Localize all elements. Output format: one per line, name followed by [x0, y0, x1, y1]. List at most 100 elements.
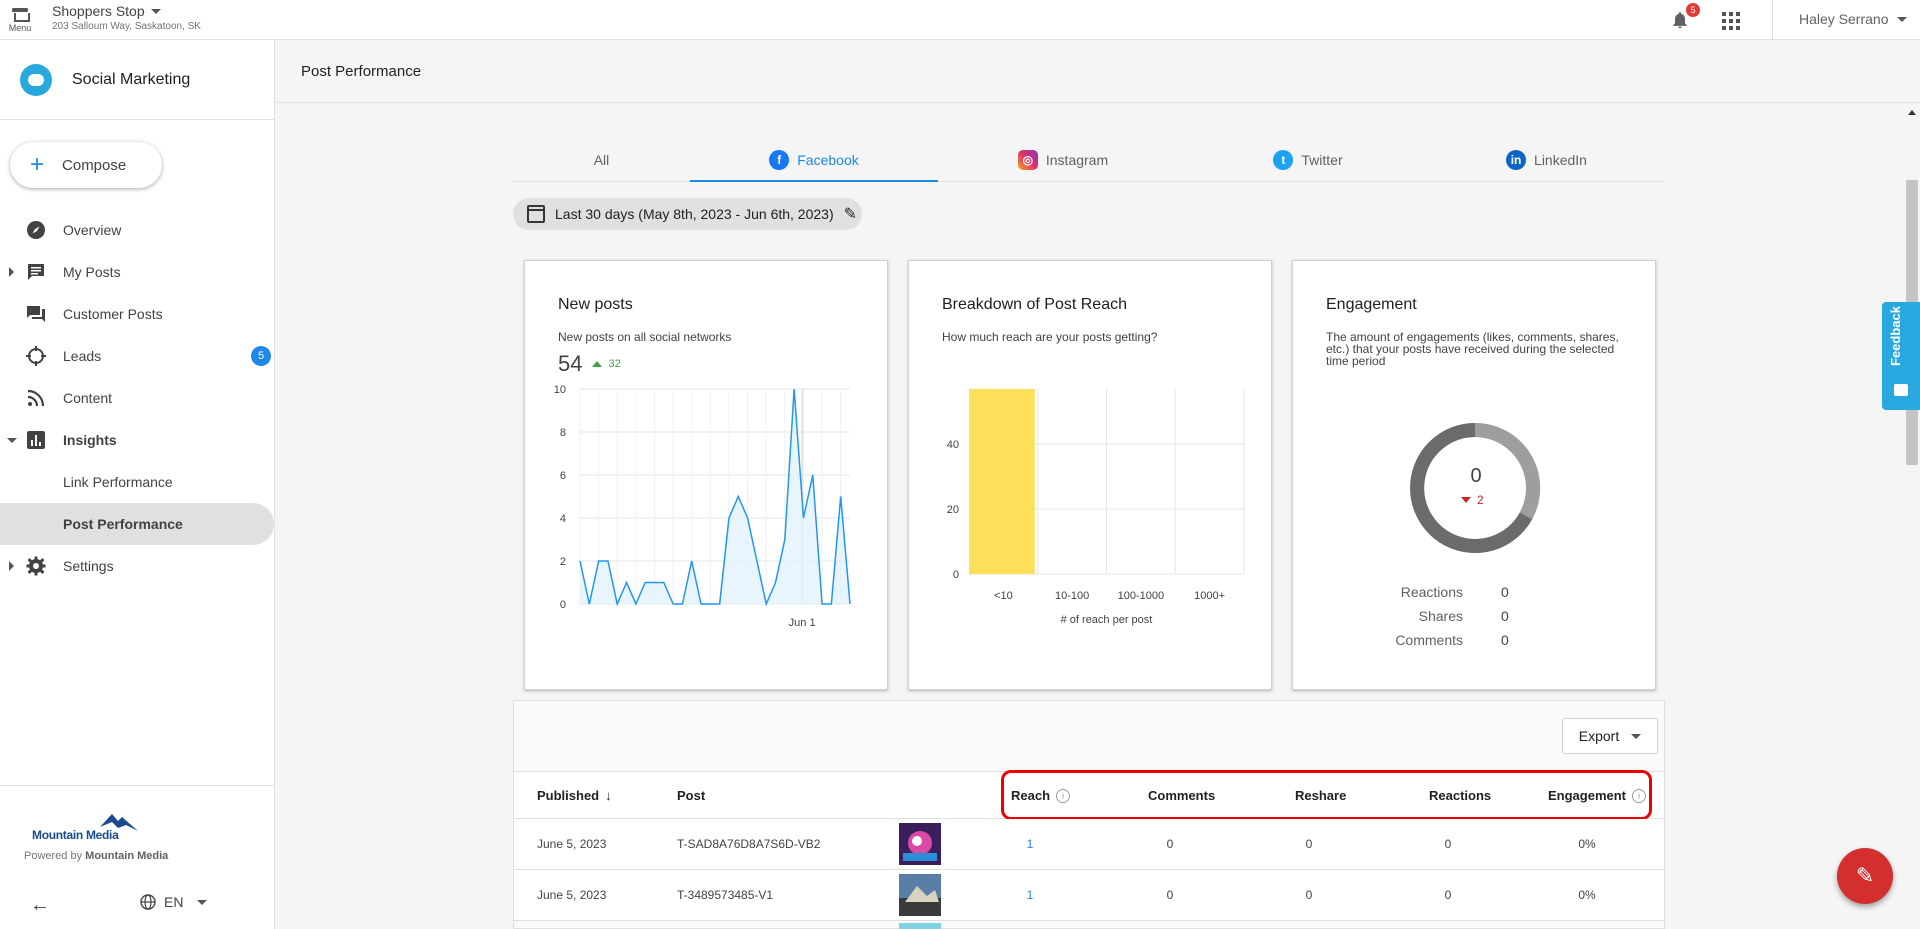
page-header: Post Performance — [276, 41, 1920, 103]
engagement-card: Engagement The amount of engagements (li… — [1292, 260, 1656, 690]
sidebar-item-post-performance[interactable]: Post Performance — [0, 503, 274, 545]
cell-reach: 1 — [1026, 837, 1034, 851]
series-area — [580, 389, 850, 604]
language-selector[interactable]: EN — [140, 894, 208, 910]
feedback-label: Feedback — [1888, 306, 1903, 366]
date-range-label: Last 30 days (May 8th, 2023 - Jun 6th, 2… — [555, 206, 834, 222]
post-thumbnail[interactable] — [899, 923, 941, 929]
sidebar-item-my-posts[interactable]: My Posts — [0, 251, 274, 293]
chevron-right-icon[interactable] — [9, 561, 14, 571]
trend-up-icon — [592, 361, 603, 367]
engagement-total: 0 — [1470, 465, 1482, 487]
leads-count-badge: 5 — [251, 346, 271, 366]
new-posts-line-chart: 0 2 4 6 8 10 Jun 1 — [554, 384, 851, 629]
engagement-donut — [1410, 422, 1541, 553]
insights-icon — [27, 431, 45, 449]
col-post: Post — [677, 788, 706, 803]
cell-reactions: 0 — [1444, 888, 1452, 902]
col-published[interactable]: Published ↓ — [537, 788, 612, 803]
cell-post: T-3489573485-V1 — [677, 888, 774, 902]
network-tabs: All f Facebook ◎ Instagram t Twitter in … — [513, 138, 1665, 182]
page-title: Post Performance — [301, 63, 422, 80]
feedback-tab[interactable]: Feedback — [1882, 302, 1920, 410]
store-icon — [12, 7, 30, 22]
tab-twitter[interactable]: t Twitter — [1188, 138, 1428, 181]
cell-post: T-SAD8A76D8A7S6D-VB2 — [677, 837, 821, 851]
globe-icon — [140, 894, 156, 910]
language-label: EN — [164, 894, 184, 910]
cell-comments: 0 — [1166, 888, 1174, 902]
card-title: Engagement — [1326, 296, 1417, 313]
sidebar-item-overview[interactable]: Overview — [0, 209, 274, 251]
posts-table: Export Published ↓ Post Reach i Comments R… — [513, 700, 1665, 929]
forum-icon — [27, 306, 45, 322]
table-row[interactable]: June 5, 2023 T-SAD8A76D8A7S6D-VB2 1 0 0 … — [514, 819, 1664, 870]
compose-button[interactable]: + Compose — [10, 142, 162, 188]
sidebar-item-label: Overview — [63, 222, 122, 238]
chevron-down-icon[interactable] — [7, 437, 17, 443]
date-range-chip[interactable]: Last 30 days (May 8th, 2023 - Jun 6th, 2… — [513, 198, 862, 230]
gear-icon — [26, 556, 46, 576]
tab-facebook[interactable]: f Facebook — [690, 138, 938, 182]
cell-reshare: 0 — [1305, 888, 1313, 902]
caret-down-icon — [150, 8, 161, 14]
sidebar-item-insights[interactable]: Insights — [0, 419, 274, 461]
post-thumbnail[interactable] — [899, 874, 941, 916]
menu-button[interactable]: Menu — [0, 0, 40, 40]
sidebar-item-link-performance[interactable]: Link Performance — [0, 461, 274, 503]
powered-by: Powered by Mountain Media — [24, 850, 169, 862]
edit-pencil-icon[interactable]: ✎ — [844, 204, 857, 224]
sidebar-item-label: Insights — [63, 432, 117, 448]
chat-icon — [28, 264, 44, 280]
sidebar-item-leads[interactable]: Leads 5 — [0, 335, 274, 377]
y-tick-label: 20 — [947, 504, 959, 516]
feedback-icon — [1894, 384, 1908, 396]
cell-reach: 1 — [1026, 888, 1034, 902]
store-name: Shoppers Stop — [52, 3, 145, 19]
engagement-delta: 2 — [1461, 493, 1484, 507]
store-selector[interactable]: Shoppers Stop 203 Salloum Way, Saskatoon… — [52, 3, 201, 32]
tab-linkedin[interactable]: in LinkedIn — [1428, 138, 1665, 181]
top-bar: Menu Shoppers Stop 203 Salloum Way, Sask… — [0, 0, 1920, 40]
table-row[interactable]: June 5, 2023 T-3489573485-V1 1 0 0 0 0% — [514, 870, 1664, 921]
apps-grid-icon[interactable] — [1722, 12, 1740, 30]
user-menu[interactable]: Haley Serrano — [1799, 11, 1907, 27]
app-title: Social Marketing — [72, 70, 191, 88]
app-header: Social Marketing — [0, 40, 274, 120]
x-tick-label: Jun 1 — [789, 617, 816, 629]
stat-comments: Comments 0 — [1395, 632, 1509, 648]
scroll-up-arrow-icon[interactable] — [1908, 110, 1916, 115]
red-highlight-annotation — [1001, 770, 1652, 820]
tab-instagram[interactable]: ◎ Instagram — [938, 138, 1188, 181]
post-reach-bar-chart: 0 20 40 <10 10-100 100-1000 1000+ # of reach pe… — [947, 389, 1245, 626]
back-arrow-icon[interactable]: ← — [30, 894, 50, 917]
store-address: 203 Salloum Way, Saskatoon, SK — [52, 21, 201, 32]
post-reach-card: Breakdown of Post Reach How much reach a… — [908, 260, 1272, 690]
card-title: New posts — [558, 296, 633, 313]
compose-label: Compose — [62, 156, 127, 174]
sidebar-item-content[interactable]: Content — [0, 377, 274, 419]
crosshair-icon — [26, 346, 46, 366]
brand-name: Mountain Media — [32, 828, 119, 842]
sidebar-item-settings[interactable]: Settings — [0, 545, 274, 587]
sidebar-nav: Overview My Posts Customer Posts Leads 5… — [0, 209, 274, 587]
notification-badge: 5 — [1686, 3, 1700, 17]
card-subtitle: New posts on all social networks — [558, 330, 732, 344]
sidebar-item-label: Post Performance — [63, 516, 183, 532]
y-tick-label: 6 — [560, 470, 566, 482]
linkedin-icon: in — [1506, 149, 1527, 170]
tab-all[interactable]: All — [513, 138, 690, 181]
sidebar-item-label: Link Performance — [63, 474, 173, 490]
post-thumbnail[interactable] — [899, 823, 941, 865]
compass-icon — [27, 221, 45, 239]
caret-down-icon — [1896, 16, 1907, 22]
y-tick-label: 10 — [554, 384, 566, 396]
chevron-right-icon[interactable] — [9, 267, 14, 277]
sidebar-item-customer-posts[interactable]: Customer Posts — [0, 293, 274, 335]
compose-fab-button[interactable]: ✎ — [1837, 848, 1893, 904]
x-tick-label: 1000+ — [1194, 590, 1225, 602]
cell-engagement: 0% — [1578, 837, 1596, 851]
bar — [969, 389, 1035, 574]
sidebar-item-label: Leads — [63, 348, 102, 364]
export-button[interactable]: Export — [1562, 718, 1658, 754]
